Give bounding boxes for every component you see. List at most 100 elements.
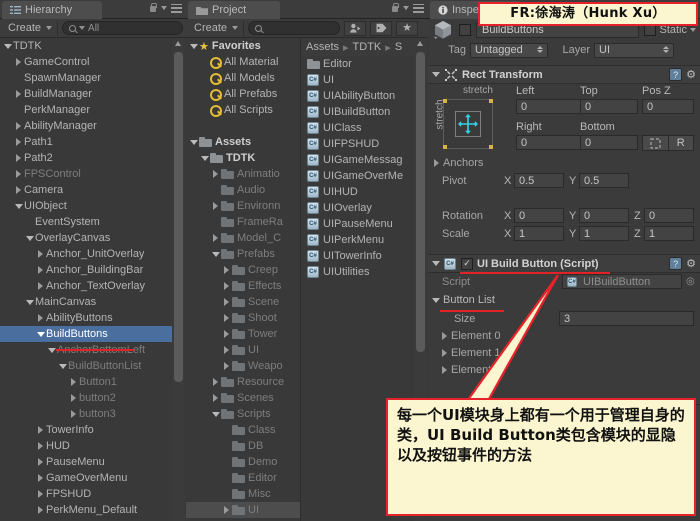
project-folder-all-models[interactable]: All Models	[186, 70, 300, 86]
project-file-uihud[interactable]: UIHUD	[301, 184, 414, 200]
element-0-foldout[interactable]: Element 0	[442, 330, 501, 342]
hierarchy-item-anchor-buildingbar[interactable]: Anchor_BuildingBar	[0, 262, 172, 278]
project-file-uitowerinfo[interactable]: UITowerInfo	[301, 248, 414, 264]
lock-icon[interactable]	[149, 3, 157, 13]
chevron-down-icon[interactable]	[35, 331, 46, 337]
chevron-right-icon[interactable]	[35, 266, 46, 274]
chevron-right-icon[interactable]	[35, 490, 46, 498]
chevron-down-icon[interactable]	[2, 43, 13, 49]
object-picker-icon[interactable]: ◎	[686, 276, 695, 287]
project-folder-all-material[interactable]: All Material	[186, 54, 300, 70]
chevron-right-icon[interactable]	[221, 266, 232, 274]
hierarchy-item-maincanvas[interactable]: MainCanvas	[0, 294, 172, 310]
project-folder-framera[interactable]: FrameRa	[186, 214, 300, 230]
tab-hierarchy[interactable]: Hierarchy	[2, 1, 102, 19]
project-file-uigameoverme[interactable]: UIGameOverMe	[301, 168, 414, 184]
project-file-uiabilitybutton[interactable]: UIAbilityButton	[301, 88, 414, 104]
filter-by-label-button[interactable]	[370, 20, 393, 36]
chevron-right-icon[interactable]	[221, 330, 232, 338]
project-folder-scripts[interactable]: Scripts	[186, 406, 300, 422]
chevron-right-icon[interactable]	[221, 346, 232, 354]
button-list-foldout[interactable]: Button List	[432, 294, 495, 306]
project-file-uifpshud[interactable]: UIFPSHUD	[301, 136, 414, 152]
project-folder-model-c[interactable]: Model_C	[186, 230, 300, 246]
hierarchy-item-anchor-unitoverlay[interactable]: Anchor_UnitOverlay	[0, 246, 172, 262]
project-create-button[interactable]: Create	[189, 20, 245, 36]
chevron-right-icon[interactable]	[13, 170, 24, 178]
chevron-right-icon[interactable]	[210, 394, 221, 402]
project-file-uibuildbutton[interactable]: UIBuildButton	[301, 104, 414, 120]
chevron-right-icon[interactable]	[210, 170, 221, 178]
pivot-x-field[interactable]: 0.5	[514, 173, 564, 188]
project-folder-all-prefabs[interactable]: All Prefabs	[186, 86, 300, 102]
chevron-right-icon[interactable]	[221, 282, 232, 290]
scale-x-field[interactable]: 1	[514, 226, 564, 241]
chevron-down-icon[interactable]	[188, 139, 199, 145]
help-icon[interactable]: ?	[669, 257, 683, 270]
hierarchy-item-perkmanager[interactable]: PerkManager	[0, 102, 172, 118]
chevron-down-icon[interactable]	[210, 251, 221, 257]
chevron-down-icon[interactable]	[199, 155, 210, 161]
help-icon[interactable]: ?	[669, 68, 683, 81]
chevron-down-icon[interactable]	[432, 261, 440, 266]
chevron-right-icon[interactable]	[442, 332, 447, 340]
project-file-uioverlay[interactable]: UIOverlay	[301, 200, 414, 216]
project-breadcrumb[interactable]: Assets ▸ TDTK ▸ S	[300, 38, 414, 56]
project-folder-tower[interactable]: Tower	[186, 326, 300, 342]
chevron-down-icon[interactable]	[13, 203, 24, 209]
project-folder-creep[interactable]: Creep	[186, 262, 300, 278]
hierarchy-item-gameovermenu[interactable]: GameOverMenu	[0, 470, 172, 486]
chevron-right-icon[interactable]	[13, 122, 24, 130]
chevron-right-icon[interactable]	[221, 298, 232, 306]
hierarchy-item-abilitymanager[interactable]: AbilityManager	[0, 118, 172, 134]
project-folder-editor[interactable]: Editor	[186, 470, 300, 486]
pivot-y-field[interactable]: 0.5	[579, 173, 629, 188]
chevron-right-icon[interactable]	[35, 442, 46, 450]
chevron-down-icon[interactable]	[24, 299, 35, 305]
project-file-uiutilities[interactable]: UIUtilities	[301, 264, 414, 280]
project-folder-animatio[interactable]: Animatio	[186, 166, 300, 182]
lock-icon[interactable]	[391, 3, 399, 13]
chevron-right-icon[interactable]	[13, 186, 24, 194]
project-folder-ui[interactable]: UI	[186, 342, 300, 358]
chevron-right-icon[interactable]	[35, 250, 46, 258]
chevron-right-icon[interactable]	[35, 282, 46, 290]
pos-z-field[interactable]: 0	[642, 99, 694, 114]
chevron-down-icon[interactable]	[432, 297, 440, 303]
hierarchy-item-anchor-textoverlay[interactable]: Anchor_TextOverlay	[0, 278, 172, 294]
project-file-uipausemenu[interactable]: UIPauseMenu	[301, 216, 414, 232]
hierarchy-item-eventsystem[interactable]: EventSystem	[0, 214, 172, 230]
chevron-down-icon[interactable]	[24, 235, 35, 241]
project-folder-tdtk[interactable]: TDTK	[186, 150, 300, 166]
project-folder-tree[interactable]: ★ Favorites All Material All Models All Pref…	[186, 38, 300, 521]
chevron-right-icon[interactable]	[434, 159, 439, 167]
project-folder-misc[interactable]: Misc	[186, 486, 300, 502]
hierarchy-item-fpscontrol[interactable]: FPSControl	[0, 166, 172, 182]
project-folder-effects[interactable]: Effects	[186, 278, 300, 294]
hierarchy-item-path2[interactable]: Path2	[0, 150, 172, 166]
project-folder-weapo[interactable]: Weapo	[186, 358, 300, 374]
hierarchy-item-towerinfo[interactable]: TowerInfo	[0, 422, 172, 438]
project-search-input[interactable]	[248, 21, 341, 35]
menu-icon[interactable]	[413, 3, 424, 13]
hierarchy-item-button1[interactable]: Button1	[0, 374, 172, 390]
hierarchy-item-hud[interactable]: HUD	[0, 438, 172, 454]
project-folder-demo[interactable]: Demo	[186, 454, 300, 470]
tag-dropdown[interactable]: Untagged	[470, 42, 548, 58]
project-folder-audio[interactable]: Audio	[186, 182, 300, 198]
hierarchy-item-buildbuttonlist[interactable]: BuildButtonList	[0, 358, 172, 374]
hierarchy-item-gamecontrol[interactable]: GameControl	[0, 54, 172, 70]
chevron-down-icon[interactable]	[210, 411, 221, 417]
chevron-down-icon[interactable]	[432, 72, 440, 77]
hierarchy-tree[interactable]: TDTK GameControl SpawnManager BuildManager P…	[0, 38, 172, 521]
raw-edit-mode-button[interactable]: R	[668, 135, 694, 151]
chevron-right-icon[interactable]	[35, 474, 46, 482]
breadcrumb-scripts[interactable]: S	[395, 41, 402, 53]
chevron-right-icon[interactable]	[210, 234, 221, 242]
chevron-down-icon[interactable]	[161, 6, 167, 10]
chevron-right-icon[interactable]	[68, 410, 79, 418]
rotation-y-field[interactable]: 0	[579, 208, 629, 223]
breadcrumb-tdtk[interactable]: TDTK	[353, 41, 382, 53]
element-1-foldout[interactable]: Element 1	[442, 347, 501, 359]
chevron-right-icon[interactable]	[210, 378, 221, 386]
